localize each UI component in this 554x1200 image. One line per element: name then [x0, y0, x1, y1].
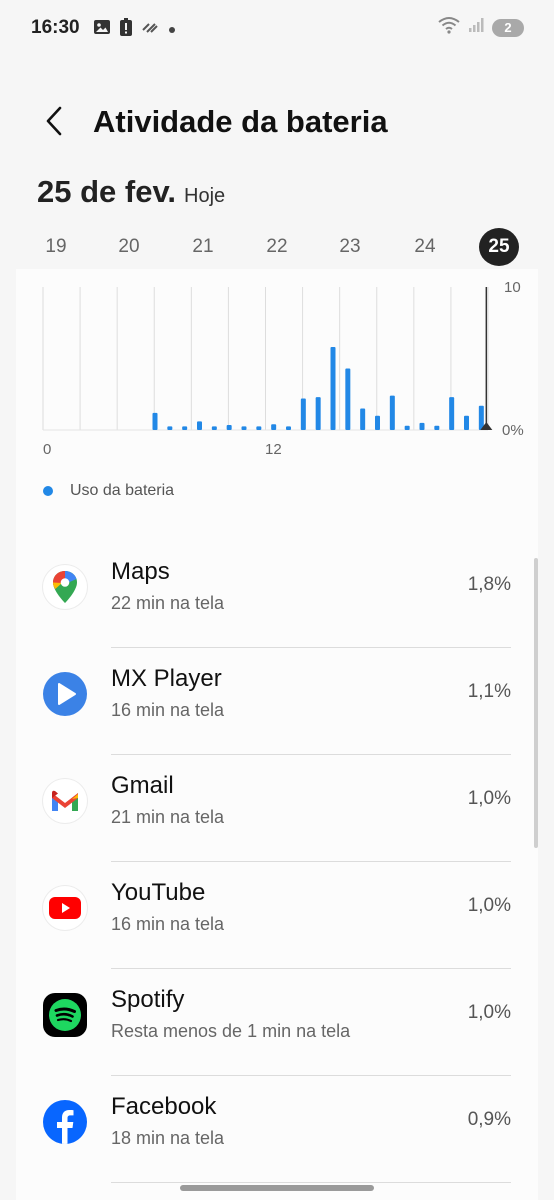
app-row-youtube[interactable]: YouTube 16 min na tela 1,0%: [16, 862, 538, 969]
y-tick-label-bottom: 0%: [502, 422, 524, 439]
x-tick-label-0: 0: [43, 441, 51, 458]
home-indicator[interactable]: [180, 1185, 374, 1191]
date-main: 25 de fev.: [37, 174, 177, 209]
wifi-icon: [438, 16, 460, 39]
chart-bar: [404, 425, 410, 430]
app-row-mx-player[interactable]: MX Player 16 min na tela 1,1%: [16, 648, 538, 755]
chart-bar: [449, 397, 455, 430]
chart-bar: [197, 421, 202, 430]
gmail-icon: [43, 779, 87, 823]
youtube-icon: [43, 886, 87, 930]
chart-bar: [315, 397, 321, 430]
app-screen-time: 18 min na tela: [111, 1128, 225, 1148]
app-name: Facebook: [111, 1093, 217, 1120]
chart-legend: Uso da bateria: [43, 482, 174, 500]
app-list: Maps 22 min na tela 1,8% MX Player 16 mi…: [16, 541, 538, 1183]
app-battery-percent: 0,9%: [467, 1109, 511, 1130]
data-saver-icon: [141, 20, 159, 39]
chart-bar: [375, 415, 380, 430]
day-25[interactable]: 25: [479, 228, 519, 266]
app-battery-percent: 1,1%: [467, 681, 511, 702]
app-battery-percent: 1,8%: [467, 574, 511, 595]
chart-bar: [256, 426, 262, 430]
chart-bar: [300, 398, 306, 430]
legend-dot: [43, 486, 53, 496]
spotify-icon: [43, 993, 87, 1037]
battery-card: 10 0% 0 12 Uso da bateria Maps 22 min na…: [16, 269, 538, 1200]
chart-bar: [152, 412, 158, 430]
app-screen-time: 21 min na tela: [111, 807, 225, 827]
chart-bar: [464, 415, 469, 430]
chart-bar: [182, 426, 188, 430]
chart-bar: [360, 408, 366, 430]
signal-icon: [468, 17, 484, 38]
gallery-icon: [93, 18, 111, 41]
y-tick-label-top: 10: [504, 279, 521, 296]
app-name: Spotify: [111, 986, 185, 1013]
app-screen-time: Resta menos de 1 min na tela: [111, 1021, 351, 1041]
app-row-gmail[interactable]: Gmail 21 min na tela 1,0%: [16, 755, 538, 862]
day-21[interactable]: 21: [183, 228, 223, 266]
app-name: YouTube: [111, 879, 206, 906]
chart-bar: [345, 368, 351, 430]
chart-bar: [330, 347, 336, 430]
legend-label: Uso da bateria: [70, 482, 175, 499]
chart-bar: [167, 426, 173, 430]
app-name: MX Player: [111, 665, 222, 692]
status-bar: 16:30 2: [0, 0, 554, 56]
app-row-facebook[interactable]: Facebook 18 min na tela 0,9%: [16, 1076, 538, 1183]
notification-icons: [93, 18, 176, 41]
app-name: Gmail: [111, 772, 174, 799]
day-20[interactable]: 20: [109, 228, 149, 266]
dot-icon: [168, 21, 176, 39]
notification-count-badge: 2: [492, 18, 524, 37]
google-maps-icon: [43, 565, 87, 609]
app-row-maps[interactable]: Maps 22 min na tela 1,8%: [16, 541, 538, 648]
back-button[interactable]: [34, 103, 74, 143]
day-selector: 19 20 21 22 23 24 25: [0, 228, 554, 268]
chart-bar: [434, 425, 440, 430]
battery-chart: 10 0% 0 12: [16, 269, 538, 469]
status-time: 16:30: [31, 17, 80, 38]
app-screen-time: 16 min na tela: [111, 700, 225, 720]
chevron-left-icon: [43, 105, 65, 142]
chart-bar: [226, 424, 232, 430]
day-24[interactable]: 24: [405, 228, 445, 266]
divider: [111, 1182, 511, 1183]
app-battery-percent: 1,0%: [467, 1002, 511, 1023]
chart-bar: [271, 424, 277, 430]
status-right: 2: [438, 16, 524, 39]
date-heading: 25 de fev. Hoje: [37, 174, 225, 210]
facebook-icon: [43, 1100, 87, 1144]
chart-bar: [419, 422, 425, 430]
x-tick-label-12: 12: [265, 441, 282, 458]
battery-chart-svg: 10 0% 0 12: [42, 279, 524, 458]
day-22[interactable]: 22: [257, 228, 297, 266]
app-name: Maps: [111, 558, 170, 585]
chart-bar: [389, 395, 395, 430]
app-screen-time: 16 min na tela: [111, 914, 225, 934]
mx-player-icon: [43, 672, 87, 716]
chart-bar: [286, 426, 291, 430]
chart-bar: [241, 426, 247, 430]
app-battery-percent: 1,0%: [467, 788, 511, 809]
day-19[interactable]: 19: [36, 228, 76, 266]
app-battery-percent: 1,0%: [467, 895, 511, 916]
chart-bar: [211, 426, 217, 430]
scrollbar[interactable]: [534, 558, 538, 848]
app-header: Atividade da bateria: [0, 95, 554, 151]
page-title: Atividade da bateria: [93, 104, 388, 139]
app-screen-time: 22 min na tela: [111, 593, 225, 613]
app-row-spotify[interactable]: Spotify Resta menos de 1 min na tela 1,0…: [16, 969, 538, 1076]
battery-alert-icon: [120, 18, 132, 41]
date-sub: Hoje: [184, 185, 226, 207]
day-23[interactable]: 23: [330, 228, 370, 266]
